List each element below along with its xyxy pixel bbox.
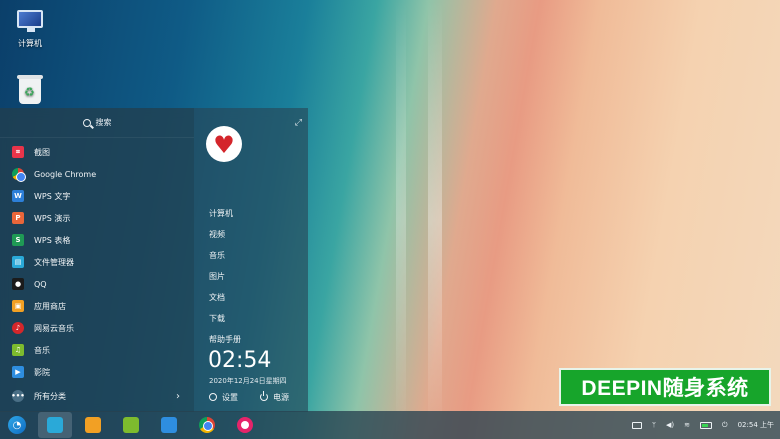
shortcut-computer[interactable]: 计算机 [209, 208, 241, 229]
app-label: QQ [34, 279, 47, 289]
app-label: 文件管理器 [34, 257, 74, 267]
app-item-wps-presentation[interactable]: P WPS 演示 [0, 207, 194, 229]
app-item-wps-writer[interactable]: W WPS 文字 [0, 185, 194, 207]
app-label: 应用商店 [34, 301, 66, 311]
movie-icon: ▶ [12, 366, 24, 378]
search-input[interactable]: 搜索 [0, 108, 194, 138]
app-item-qq[interactable]: ● QQ [0, 273, 194, 295]
fullscreen-toggle-icon[interactable]: ⤢ [295, 118, 302, 128]
system-tray: ᛘ ◀) ≋ ⏻ 02:54 上午 [622, 411, 774, 439]
app-item-wps-spreadsheet[interactable]: S WPS 表格 [0, 229, 194, 251]
shortcut-videos[interactable]: 视频 [209, 229, 241, 250]
desktop-icon-trash[interactable]: ♻ [0, 75, 60, 108]
power-label: 电源 [273, 392, 289, 402]
app-item-music[interactable]: ♫ 音乐 [0, 339, 194, 361]
shortcut-documents[interactable]: 文档 [209, 292, 241, 313]
taskbar-app-store-button[interactable] [76, 412, 110, 438]
power-icon [260, 391, 268, 401]
computer-icon [17, 10, 43, 34]
watermark-banner: DEEPIN随身系统 [559, 368, 771, 406]
app-item-movie[interactable]: ▶ 影院 [0, 361, 194, 383]
screenshot-icon: ⌗ [12, 146, 24, 158]
app-store-icon: ▣ [12, 300, 24, 312]
launcher-app-panel: 搜索 ⌗ 截图 Google Chrome W WPS 文字 P WPS 演示 … [0, 108, 194, 412]
file-manager-icon [47, 417, 63, 433]
chevron-right-icon: › [176, 390, 180, 402]
app-label: WPS 演示 [34, 213, 71, 223]
chrome-icon [12, 168, 26, 182]
taskbar-clock[interactable]: 02:54 上午 [738, 420, 774, 430]
settings-button[interactable]: 设置 [209, 390, 238, 404]
wps-presentation-icon: P [12, 212, 24, 224]
app-label: 影院 [34, 367, 50, 377]
app-label: 截图 [34, 147, 50, 157]
app-label: Google Chrome [34, 169, 97, 179]
taskbar-music-button[interactable] [114, 412, 148, 438]
shortcut-downloads[interactable]: 下载 [209, 313, 241, 334]
app-item-screenshot[interactable]: ⌗ 截图 [0, 141, 194, 163]
search-placeholder: 搜索 [95, 118, 112, 127]
wps-spreadsheet-icon: S [12, 234, 24, 246]
app-store-icon [85, 417, 101, 433]
avatar[interactable]: ♥ [206, 126, 242, 162]
app-item-file-manager[interactable]: ▤ 文件管理器 [0, 251, 194, 273]
app-item-chrome[interactable]: Google Chrome [0, 163, 194, 185]
netease-music-icon: ♪ [12, 322, 24, 334]
qq-icon: ● [12, 278, 24, 290]
all-categories-label: 所有分类 [34, 391, 66, 401]
search-icon [82, 118, 91, 127]
trash-icon: ♻ [17, 75, 43, 104]
taskbar-file-manager-button[interactable] [38, 412, 72, 438]
shortcut-list: 计算机 视频 音乐 图片 文档 下载 帮助手册 [209, 208, 241, 355]
music-icon: ♫ [12, 344, 24, 356]
settings-icon [237, 417, 253, 433]
music-icon [123, 417, 139, 433]
app-label: 音乐 [34, 345, 50, 355]
volume-icon[interactable]: ◀) [666, 421, 674, 429]
heart-icon: ♥ [213, 131, 235, 159]
power-button[interactable]: 电源 [260, 390, 289, 404]
shortcut-pictures[interactable]: 图片 [209, 271, 241, 292]
app-label: 网易云音乐 [34, 323, 74, 333]
file-manager-icon: ▤ [12, 256, 24, 268]
launcher-side-panel: ♥ ⤢ 计算机 视频 音乐 图片 文档 下载 帮助手册 02:54 2020年1… [194, 108, 308, 412]
taskbar-movie-button[interactable] [152, 412, 186, 438]
keyboard-icon[interactable] [631, 421, 642, 429]
app-label: WPS 表格 [34, 235, 71, 245]
app-launcher: 搜索 ⌗ 截图 Google Chrome W WPS 文字 P WPS 演示 … [0, 108, 308, 412]
shortcut-music[interactable]: 音乐 [209, 250, 241, 271]
settings-label: 设置 [222, 392, 238, 402]
all-categories-button[interactable]: ••• 所有分类 › [0, 385, 194, 407]
desktop-icon-label: 计算机 [18, 39, 42, 48]
chrome-icon [199, 417, 215, 433]
taskbar: ◔ ᛘ ◀) ≋ ⏻ 02:54 上午 [0, 411, 780, 439]
app-item-netease-music[interactable]: ♪ 网易云音乐 [0, 317, 194, 339]
desktop-icon-computer[interactable]: 计算机 [0, 10, 60, 49]
app-list: ⌗ 截图 Google Chrome W WPS 文字 P WPS 演示 S W… [0, 138, 194, 383]
more-dots-icon: ••• [11, 390, 25, 402]
gear-icon [209, 393, 217, 401]
app-label: WPS 文字 [34, 191, 71, 201]
wifi-icon[interactable]: ≋ [684, 421, 690, 429]
launcher-date: 2020年12月24日星期四 [209, 377, 287, 385]
taskbar-settings-button[interactable] [228, 412, 262, 438]
taskbar-launcher-button[interactable]: ◔ [0, 412, 34, 438]
battery-icon[interactable] [700, 421, 713, 429]
power-tray-icon[interactable]: ⏻ [722, 421, 728, 430]
wps-writer-icon: W [12, 190, 24, 202]
taskbar-chrome-button[interactable] [190, 412, 224, 438]
app-item-app-store[interactable]: ▣ 应用商店 [0, 295, 194, 317]
usb-icon[interactable]: ᛘ [652, 421, 656, 429]
launcher-clock: 02:54 [208, 348, 272, 373]
movie-icon [161, 417, 177, 433]
launcher-icon: ◔ [8, 416, 26, 434]
